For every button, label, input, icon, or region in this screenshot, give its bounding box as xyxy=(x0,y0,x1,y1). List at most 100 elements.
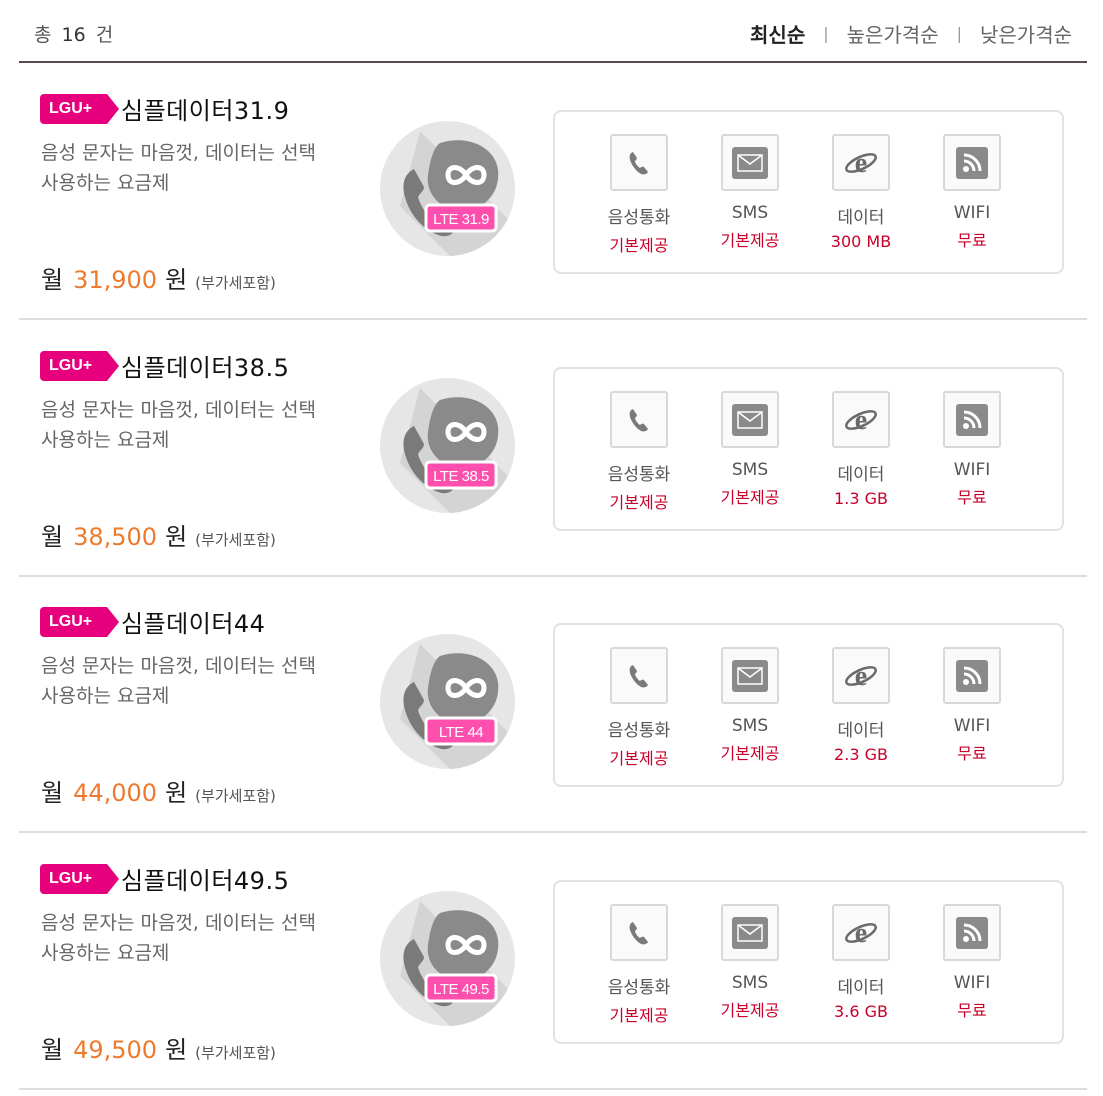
browser-e-icon: e xyxy=(832,391,890,448)
svg-text:e: e xyxy=(855,405,867,436)
feature-value: 무료 xyxy=(957,488,987,507)
price-amount: 49,500 xyxy=(73,1036,158,1064)
browser-e-icon: e xyxy=(832,647,890,704)
feature-value: 기본제공 xyxy=(720,231,780,250)
feature-item: e 데이터 300 MB xyxy=(811,134,911,251)
plan-description-line: 음성 문자는 마음껏, 데이터는 선택 xyxy=(41,912,316,934)
lte-plan-icon: LTE 49.5 xyxy=(380,891,515,1026)
feature-label: SMS xyxy=(731,973,769,993)
price-unit: 원 xyxy=(165,523,188,551)
price-unit: 원 xyxy=(165,266,188,294)
tax-note: (부가세포함) xyxy=(195,531,276,549)
svg-text:e: e xyxy=(855,918,867,949)
price-prefix: 월 xyxy=(41,779,64,807)
feature-item: 음성통화 기본제공 xyxy=(589,647,689,769)
price-amount: 44,000 xyxy=(73,779,158,807)
plan-price: 월 38,500 원 (부가세포함) xyxy=(41,517,276,552)
feature-panel: 음성통화 기본제공 SMS 기본제공 e 데이터 300 MB WIFI 무료 xyxy=(553,110,1064,274)
feature-value: 3.6 GB xyxy=(834,1002,888,1021)
plan-price: 월 31,900 원 (부가세포함) xyxy=(41,260,276,295)
feature-label: 음성통화 xyxy=(607,721,671,741)
plan-card[interactable]: LGU+ 심플데이터38.5 음성 문자는 마음껏, 데이터는 선택 사용하는 … xyxy=(19,320,1087,577)
feature-panel: 음성통화 기본제공 SMS 기본제공 e 데이터 1.3 GB WIFI 무료 xyxy=(553,367,1064,531)
price-unit: 원 xyxy=(165,1036,188,1064)
carrier-badge: LGU+ xyxy=(40,864,119,894)
feature-label: 데이터 xyxy=(837,208,885,228)
feature-value: 2.3 GB xyxy=(834,745,888,764)
plan-name[interactable]: 심플데이터31.9 xyxy=(121,91,289,126)
feature-item: SMS 기본제공 xyxy=(700,391,800,508)
feature-label: 음성통화 xyxy=(607,465,671,485)
sort-separator: | xyxy=(823,24,829,43)
list-header: 총 16 건 최신순 | 높은가격순 | 낮은가격순 xyxy=(19,0,1087,63)
feature-item: e 데이터 1.3 GB xyxy=(811,391,911,508)
feature-label: 데이터 xyxy=(837,978,885,998)
carrier-badge: LGU+ xyxy=(40,351,119,381)
envelope-icon xyxy=(721,134,779,191)
price-amount: 31,900 xyxy=(73,266,158,294)
feature-label: WIFI xyxy=(953,973,991,993)
total-prefix: 총 xyxy=(34,24,52,46)
feature-value: 무료 xyxy=(957,1001,987,1020)
feature-label: SMS xyxy=(731,203,769,223)
plan-description: 음성 문자는 마음껏, 데이터는 선택 사용하는 요금제 xyxy=(41,651,351,711)
feature-value: 무료 xyxy=(957,231,987,250)
feature-item: WIFI 무료 xyxy=(922,134,1022,251)
feature-value: 기본제공 xyxy=(720,488,780,507)
sort-price-low-link[interactable]: 낮은가격순 xyxy=(980,19,1072,48)
lte-label: LTE 38.5 xyxy=(433,468,489,485)
plan-name[interactable]: 심플데이터49.5 xyxy=(121,861,289,896)
feature-label: SMS xyxy=(731,460,769,480)
feature-label: WIFI xyxy=(953,460,991,480)
feature-item: 음성통화 기본제공 xyxy=(589,391,689,513)
feature-value: 기본제공 xyxy=(609,236,669,255)
feature-label: 음성통화 xyxy=(607,208,671,228)
feature-panel: 음성통화 기본제공 SMS 기본제공 e 데이터 2.3 GB WIFI 무료 xyxy=(553,623,1064,787)
browser-e-icon: e xyxy=(832,904,890,961)
sort-separator: | xyxy=(956,24,962,43)
feature-panel: 음성통화 기본제공 SMS 기본제공 e 데이터 3.6 GB WIFI 무료 xyxy=(553,880,1064,1044)
feature-value: 무료 xyxy=(957,744,987,763)
price-prefix: 월 xyxy=(41,266,64,294)
feature-item: 음성통화 기본제공 xyxy=(589,904,689,1026)
feature-value: 기본제공 xyxy=(720,744,780,763)
plan-description: 음성 문자는 마음껏, 데이터는 선택 사용하는 요금제 xyxy=(41,138,351,198)
phone-icon xyxy=(610,134,668,191)
feature-label: 데이터 xyxy=(837,465,885,485)
plan-card[interactable]: LGU+ 심플데이터49.5 음성 문자는 마음껏, 데이터는 선택 사용하는 … xyxy=(19,833,1087,1090)
svg-text:e: e xyxy=(855,148,867,179)
feature-item: e 데이터 3.6 GB xyxy=(811,904,911,1021)
feature-value: 300 MB xyxy=(830,232,892,251)
lte-label: LTE 31.9 xyxy=(433,211,489,228)
feature-label: 음성통화 xyxy=(607,978,671,998)
envelope-icon xyxy=(721,391,779,448)
feature-label: 데이터 xyxy=(837,721,885,741)
lte-plan-icon: LTE 38.5 xyxy=(380,378,515,513)
price-amount: 38,500 xyxy=(73,523,158,551)
feature-item: WIFI 무료 xyxy=(922,391,1022,508)
feature-value: 기본제공 xyxy=(609,493,669,512)
feature-item: WIFI 무료 xyxy=(922,904,1022,1021)
feature-item: WIFI 무료 xyxy=(922,647,1022,764)
plan-name[interactable]: 심플데이터38.5 xyxy=(121,348,289,383)
rss-icon xyxy=(943,134,1001,191)
price-prefix: 월 xyxy=(41,1036,64,1064)
feature-item: e 데이터 2.3 GB xyxy=(811,647,911,764)
plan-card[interactable]: LGU+ 심플데이터31.9 음성 문자는 마음껏, 데이터는 선택 사용하는 … xyxy=(19,63,1087,320)
plan-card[interactable]: LGU+ 심플데이터44 음성 문자는 마음껏, 데이터는 선택 사용하는 요금… xyxy=(19,576,1087,833)
plan-description: 음성 문자는 마음껏, 데이터는 선택 사용하는 요금제 xyxy=(41,395,351,455)
price-unit: 원 xyxy=(165,779,188,807)
total-count-value: 16 xyxy=(61,24,86,46)
plan-description-line: 음성 문자는 마음껏, 데이터는 선택 xyxy=(41,655,316,677)
plan-name[interactable]: 심플데이터44 xyxy=(121,604,265,639)
phone-icon xyxy=(610,647,668,704)
total-suffix: 건 xyxy=(95,24,114,46)
total-count: 총 16 건 xyxy=(34,20,113,47)
sort-latest-link[interactable]: 최신순 xyxy=(750,19,805,48)
feature-item: SMS 기본제공 xyxy=(700,647,800,764)
sort-price-high-link[interactable]: 높은가격순 xyxy=(847,19,939,48)
lte-plan-icon: LTE 44 xyxy=(380,634,515,769)
rss-icon xyxy=(943,647,1001,704)
envelope-icon xyxy=(721,647,779,704)
feature-value: 1.3 GB xyxy=(834,489,888,508)
